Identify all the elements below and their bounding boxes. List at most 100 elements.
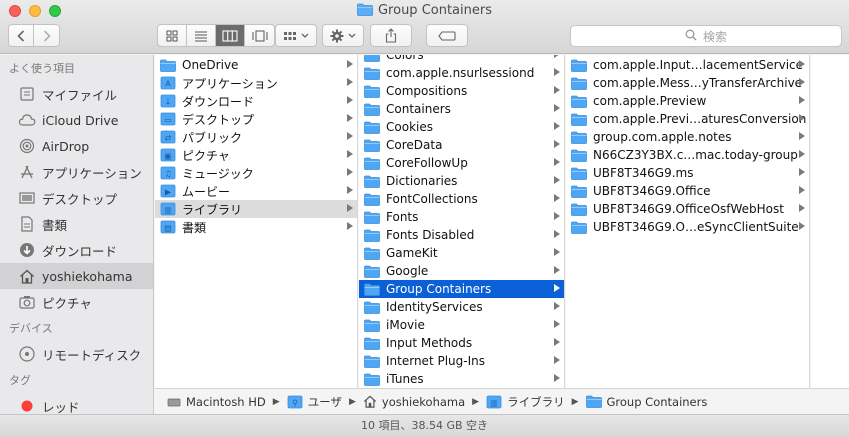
list-item[interactable]: Colors — [359, 55, 564, 64]
sidebar-item[interactable]: リモートディスク — [0, 341, 153, 367]
list-item[interactable]: Fonts — [359, 208, 564, 226]
back-button[interactable] — [9, 25, 34, 46]
column-home[interactable]: OneDrive A アプリケーション ↓ ダウンロード ▭ デスクトップ ⇄ パブリック ▣ ピク… — [155, 55, 358, 388]
list-icon — [195, 31, 207, 41]
share-button[interactable] — [370, 24, 412, 47]
list-item-label: ライブラリ — [182, 202, 243, 217]
disclosure-arrow-icon — [554, 55, 560, 58]
list-item[interactable]: ⇄ パブリック — [155, 128, 357, 146]
sidebar-item[interactable]: アプリケーション — [0, 159, 153, 185]
list-item[interactable]: UBF8T346G9.ms — [566, 164, 809, 182]
list-item[interactable]: ♫ ミュージック — [155, 164, 357, 182]
gallery-view-button[interactable] — [245, 25, 274, 46]
forward-button[interactable] — [34, 25, 59, 46]
finder-window: Group Containers 検索 よく使う項目 マイファイル iCloud… — [0, 0, 849, 437]
search-field[interactable]: 検索 — [570, 25, 842, 47]
list-item[interactable]: iTunes — [359, 370, 564, 388]
list-item-label: アプリケーション — [182, 76, 278, 91]
sidebar-item[interactable]: iCloud Drive — [0, 107, 153, 133]
sidebar-item[interactable]: AirDrop — [0, 133, 153, 159]
arrange-grid-icon — [284, 31, 296, 40]
folder-icon: ▤ — [160, 220, 176, 234]
titlebar: Group Containers 検索 — [0, 0, 849, 54]
list-item[interactable]: com.apple.Input…lacementService — [566, 56, 809, 74]
list-item[interactable]: Internet Plug-Ins — [359, 352, 564, 370]
sidebar-item[interactable]: ピクチャ — [0, 289, 153, 315]
list-item-label: com.apple.Mess…yTransferArchive — [593, 76, 803, 90]
list-item[interactable]: Dictionaries — [359, 172, 564, 190]
list-item-label: GameKit — [386, 246, 438, 260]
list-item[interactable]: Compositions — [359, 82, 564, 100]
list-item[interactable]: com.apple.Previ…aturesConversion — [566, 110, 809, 128]
list-item[interactable]: com.apple.Mess…yTransferArchive — [566, 74, 809, 92]
list-item[interactable]: Google — [359, 262, 564, 280]
list-item[interactable]: GameKit — [359, 244, 564, 262]
list-item[interactable]: ↓ ダウンロード — [155, 92, 357, 110]
icon-view-button[interactable] — [158, 25, 187, 46]
arrange-button[interactable] — [275, 24, 317, 47]
column-group-containers[interactable]: com.apple.Input…lacementService com.apple… — [566, 55, 810, 388]
path-segment[interactable]: Macintosh HD — [167, 395, 266, 409]
list-item[interactable]: A アプリケーション — [155, 74, 357, 92]
column-view-button[interactable] — [216, 25, 245, 46]
list-item[interactable]: Containers — [359, 100, 564, 118]
path-segment[interactable]: yoshiekohama — [363, 395, 465, 409]
folder-icon: ▥ — [160, 202, 176, 216]
folder-icon — [571, 166, 587, 180]
list-item[interactable]: iMovie — [359, 316, 564, 334]
list-item[interactable]: UBF8T346G9.O…eSyncClientSuite — [566, 218, 809, 236]
list-item-label: CoreFollowUp — [386, 156, 468, 170]
chevron-left-icon — [17, 29, 25, 42]
list-item[interactable]: CoreData — [359, 136, 564, 154]
path-segment[interactable]: ▥ ライブラリ — [486, 394, 565, 410]
column-library[interactable]: Colors com.apple.nsurlsessiond Composition… — [359, 55, 565, 388]
sidebar-item[interactable]: マイファイル — [0, 81, 153, 107]
list-item[interactable]: com.apple.Preview — [566, 92, 809, 110]
svg-text:▥: ▥ — [490, 398, 498, 407]
action-button[interactable] — [322, 24, 364, 47]
column-empty[interactable] — [811, 55, 849, 388]
disclosure-arrow-icon — [799, 96, 805, 104]
tag-button[interactable] — [426, 24, 468, 47]
sidebar-item[interactable]: ダウンロード — [0, 237, 153, 263]
list-item[interactable]: ▤ 書類 — [155, 218, 357, 236]
list-item[interactable]: ▶ ムービー — [155, 182, 357, 200]
list-item-label: ムービー — [182, 184, 231, 199]
path-segment[interactable]: ⚲ ユーザ — [287, 394, 342, 410]
list-item[interactable]: IdentityServices — [359, 298, 564, 316]
share-icon — [385, 28, 397, 43]
list-item[interactable]: OneDrive — [155, 56, 357, 74]
path-segment-label: Macintosh HD — [186, 394, 266, 409]
folder-icon — [571, 220, 587, 234]
folder-icon — [364, 174, 380, 188]
list-item[interactable]: Input Methods — [359, 334, 564, 352]
list-item[interactable]: UBF8T346G9.OfficeOsfWebHost — [566, 200, 809, 218]
list-item-label: デスクトップ — [182, 112, 255, 127]
list-item[interactable]: CoreFollowUp — [359, 154, 564, 172]
list-item[interactable]: Fonts Disabled — [359, 226, 564, 244]
list-item[interactable]: FontCollections — [359, 190, 564, 208]
list-item[interactable]: ▣ ピクチャ — [155, 146, 357, 164]
list-item-label: Group Containers — [386, 282, 492, 296]
folder-icon: ▶ — [160, 184, 176, 198]
list-item[interactable]: group.com.apple.notes — [566, 128, 809, 146]
list-item[interactable]: UBF8T346G9.Office — [566, 182, 809, 200]
disclosure-arrow-icon — [347, 132, 353, 140]
sidebar-item[interactable]: yoshiekohama — [0, 263, 153, 289]
list-item[interactable]: ▥ ライブラリ — [155, 200, 357, 218]
list-item[interactable]: N66CZ3Y3BX.c…mac.today-group — [566, 146, 809, 164]
downloads-icon — [18, 241, 36, 259]
sidebar-item[interactable]: デスクトップ — [0, 185, 153, 211]
list-item-label: group.com.apple.notes — [593, 130, 732, 144]
list-item[interactable]: Group Containers — [359, 280, 564, 298]
path-segment[interactable]: Group Containers — [585, 395, 707, 409]
list-item-label: UBF8T346G9.OfficeOsfWebHost — [593, 202, 784, 216]
list-item-label: UBF8T346G9.ms — [593, 166, 694, 180]
list-view-button[interactable] — [187, 25, 216, 46]
sidebar-item[interactable]: 書類 — [0, 211, 153, 237]
list-item-label: Internet Plug-Ins — [386, 354, 485, 368]
list-item[interactable]: Cookies — [359, 118, 564, 136]
folder-icon — [160, 58, 176, 72]
list-item[interactable]: ▭ デスクトップ — [155, 110, 357, 128]
list-item[interactable]: com.apple.nsurlsessiond — [359, 64, 564, 82]
